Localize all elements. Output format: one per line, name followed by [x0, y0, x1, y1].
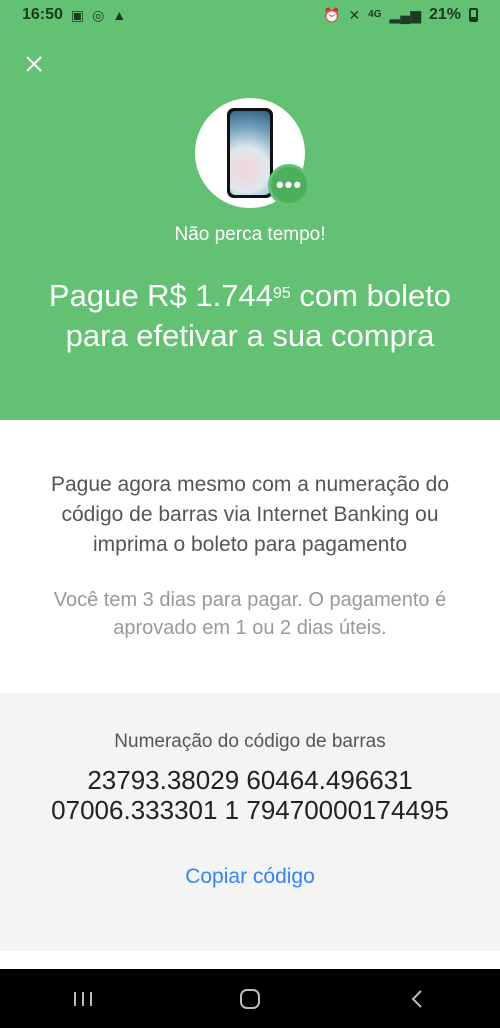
status-bar: 16:50 ▣ ◎ ▲ ⏰ ✕ 4G ▂▄▆ 21%	[0, 0, 500, 30]
mute-icon: ✕	[348, 7, 361, 23]
alarm-icon: ⏰	[323, 7, 341, 23]
gallery-icon: ▣	[70, 7, 85, 23]
barcode-line-1: 23793.38029 60464.496631	[87, 765, 413, 795]
back-button[interactable]	[387, 979, 447, 1019]
payment-headline: Pague R$ 1.74495 com boleto para efetiva…	[20, 276, 480, 356]
smartphone-image	[227, 108, 273, 198]
payment-instructions: Pague agora mesmo com a numeração do cód…	[50, 473, 450, 556]
headline-amount: Pague R$ 1.744	[48, 278, 273, 313]
signal-icon: ▂▄▆	[389, 7, 421, 23]
header-subtitle: Não perca tempo!	[174, 224, 326, 245]
headline-cents: 95	[273, 285, 291, 302]
status-time: 16:50	[22, 6, 63, 23]
close-button[interactable]	[20, 50, 48, 78]
whatsapp-icon: ◎	[92, 7, 105, 23]
barcode-line-2: 07006.333301 1 79470000174495	[51, 795, 449, 825]
payment-deadline: Você tem 3 dias para pagar. O pagamento …	[53, 589, 447, 639]
copy-code-button[interactable]: Copiar código	[150, 865, 350, 889]
recent-apps-icon	[74, 991, 93, 1006]
barcode-section: Numeração do código de barras 23793.3802…	[0, 693, 500, 951]
payment-header: ••• Não perca tempo! Pague R$ 1.74495 co…	[0, 30, 500, 420]
system-nav-bar	[0, 969, 500, 1028]
home-icon	[239, 988, 260, 1009]
warning-icon: ▲	[112, 7, 127, 23]
network-type: 4G	[368, 9, 382, 20]
payment-info: Pague agora mesmo com a numeração do cód…	[0, 420, 500, 693]
barcode-number: 23793.38029 60464.496631 07006.333301 1 …	[20, 765, 480, 825]
back-icon	[411, 989, 422, 1008]
home-button[interactable]	[220, 979, 280, 1019]
battery-icon	[469, 8, 478, 22]
more-options-icon: •••	[268, 164, 310, 206]
battery-percent: 21%	[428, 6, 461, 23]
status-bar-right: ⏰ ✕ 4G ▂▄▆ 21%	[323, 6, 478, 24]
status-bar-left: 16:50 ▣ ◎ ▲	[22, 6, 126, 24]
barcode-label: Numeração do código de barras	[114, 731, 386, 752]
recent-apps-button[interactable]	[53, 979, 113, 1019]
close-icon	[26, 56, 42, 72]
